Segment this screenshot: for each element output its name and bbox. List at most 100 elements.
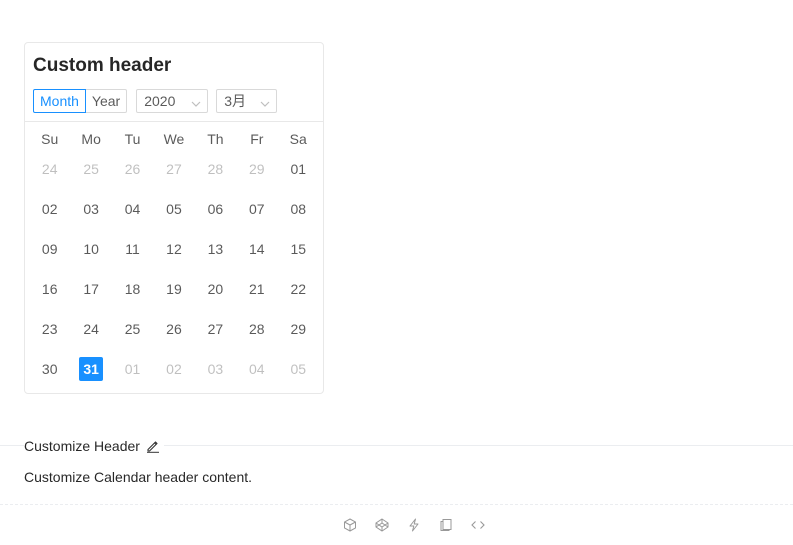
calendar-date-value: 27 bbox=[207, 321, 224, 337]
calendar-date-cell[interactable]: 10 bbox=[70, 237, 111, 261]
weekday-label: Su bbox=[41, 131, 59, 147]
weekday-label: Sa bbox=[289, 131, 307, 147]
type-radio-group: Month Year bbox=[33, 89, 128, 113]
calendar-date-value: 13 bbox=[207, 241, 224, 257]
type-month-radio[interactable]: Month bbox=[33, 89, 86, 113]
calendar-date-cell[interactable]: 12 bbox=[153, 237, 194, 261]
calendar-date-grid: Su Mo Tu We Th Fr Sa 24 25 26 27 28 29 01 02 03 04 05 06 0… bbox=[29, 127, 319, 397]
calendar-date-cell[interactable]: 01 bbox=[112, 357, 153, 381]
calendar-date-value: 03 bbox=[83, 201, 99, 217]
calendar-date-cell[interactable]: 25 bbox=[112, 317, 153, 341]
calendar-date-cell[interactable]: 26 bbox=[153, 317, 194, 341]
edit-icon[interactable] bbox=[146, 439, 160, 453]
calendar-date-cell[interactable]: 14 bbox=[236, 237, 277, 261]
calendar-date-value: 01 bbox=[124, 361, 141, 377]
demo-title-link[interactable]: Customize Header bbox=[24, 438, 140, 454]
calendar-date-cell[interactable]: 18 bbox=[112, 277, 153, 301]
calendar-date-value: 02 bbox=[166, 361, 182, 377]
calendar-header: Custom header Month Year 2020 3月 bbox=[25, 43, 323, 113]
calendar-date-value: 26 bbox=[166, 321, 182, 337]
calendar-date-cell[interactable]: 03 bbox=[195, 357, 236, 381]
code-icon[interactable] bbox=[470, 517, 486, 533]
calendar-date-cell[interactable]: 25 bbox=[70, 157, 111, 181]
type-year-radio[interactable]: Year bbox=[85, 89, 128, 113]
calendar-date-cell[interactable]: 26 bbox=[112, 157, 153, 181]
calendar-date-value: 24 bbox=[41, 161, 58, 177]
year-select[interactable]: 2020 bbox=[136, 89, 209, 113]
calendar-date-cell[interactable]: 17 bbox=[70, 277, 111, 301]
calendar-divider bbox=[25, 121, 323, 122]
calendar-date-cell[interactable]: 02 bbox=[29, 197, 70, 221]
calendar-date-value: 01 bbox=[290, 161, 307, 177]
calendar-date-value: 12 bbox=[166, 241, 182, 257]
calendar-date-value: 08 bbox=[290, 201, 307, 217]
calendar-date-cell[interactable]: 09 bbox=[29, 237, 70, 261]
calendar-date-cell[interactable]: 27 bbox=[195, 317, 236, 341]
calendar-date-cell[interactable]: 05 bbox=[153, 197, 194, 221]
calendar-date-cell[interactable]: 24 bbox=[70, 317, 111, 341]
calendar-date-cell[interactable]: 22 bbox=[278, 277, 319, 301]
calendar-date-cell[interactable]: 04 bbox=[112, 197, 153, 221]
calendar-date-value: 26 bbox=[124, 161, 141, 177]
calendar-date-cell[interactable]: 15 bbox=[278, 237, 319, 261]
calendar-date-value: 19 bbox=[166, 281, 182, 297]
calendar-date-value: 28 bbox=[249, 321, 265, 337]
calendar-date-cell[interactable]: 29 bbox=[236, 157, 277, 181]
calendar-date-cell[interactable]: 08 bbox=[278, 197, 319, 221]
calendar-date-cell[interactable]: 21 bbox=[236, 277, 277, 301]
thunderbolt-icon[interactable] bbox=[406, 517, 422, 533]
calendar-date-value: 25 bbox=[124, 321, 141, 337]
date-rows: 24 25 26 27 28 29 01 02 03 04 05 06 07 08 09 10 11 12 13 14… bbox=[29, 157, 319, 397]
calendar-date-value: 28 bbox=[207, 161, 224, 177]
calendar-date-value: 17 bbox=[83, 281, 99, 297]
calendar-date-cell[interactable]: 04 bbox=[236, 357, 277, 381]
calendar-date-value: 21 bbox=[249, 281, 265, 297]
calendar-date-cell[interactable]: 24 bbox=[29, 157, 70, 181]
weekday-label: Mo bbox=[81, 131, 101, 147]
calendar-date-cell[interactable]: 20 bbox=[195, 277, 236, 301]
calendar-date-value: 30 bbox=[41, 361, 58, 377]
calendar-date-cell[interactable]: 11 bbox=[112, 237, 153, 261]
calendar-week-row: 16 17 18 19 20 21 22 bbox=[29, 277, 319, 317]
calendar-date-cell[interactable]: 28 bbox=[195, 157, 236, 181]
calendar-week-row: 02 03 04 05 06 07 08 bbox=[29, 197, 319, 237]
calendar-date-value: 24 bbox=[83, 321, 99, 337]
calendar-date-cell[interactable]: 16 bbox=[29, 277, 70, 301]
calendar-date-cell[interactable]: 28 bbox=[236, 317, 277, 341]
calendar-week-row: 24 25 26 27 28 29 01 bbox=[29, 157, 319, 197]
calendar-date-value: 09 bbox=[41, 241, 58, 257]
codepen-icon[interactable] bbox=[374, 517, 390, 533]
calendar-date-cell[interactable]: 30 bbox=[29, 357, 70, 381]
calendar-header-controls: Month Year 2020 3月 bbox=[33, 89, 313, 113]
calendar-date-value: 20 bbox=[207, 281, 224, 297]
year-select-value: 2020 bbox=[144, 93, 176, 109]
codesandbox-icon[interactable] bbox=[342, 517, 358, 533]
calendar-card: Custom header Month Year 2020 3月 Su Mo T… bbox=[24, 42, 324, 394]
weekday-label: We bbox=[163, 131, 185, 147]
month-select[interactable]: 3月 bbox=[216, 89, 278, 113]
calendar-date-cell[interactable]: 13 bbox=[195, 237, 236, 261]
calendar-date-cell[interactable]: 06 bbox=[195, 197, 236, 221]
chevron-down-icon bbox=[191, 96, 201, 107]
calendar-date-cell[interactable]: 27 bbox=[153, 157, 194, 181]
calendar-date-cell[interactable]: 02 bbox=[153, 357, 194, 381]
calendar-date-cell[interactable]: 29 bbox=[278, 317, 319, 341]
calendar-date-cell-selected[interactable]: 31 bbox=[70, 357, 111, 381]
calendar-date-cell[interactable]: 19 bbox=[153, 277, 194, 301]
calendar-date-value: 04 bbox=[249, 361, 265, 377]
calendar-week-row: 09 10 11 12 13 14 15 bbox=[29, 237, 319, 277]
calendar-date-cell[interactable]: 01 bbox=[278, 157, 319, 181]
calendar-date-cell[interactable]: 23 bbox=[29, 317, 70, 341]
calendar-date-value: 11 bbox=[125, 241, 140, 257]
calendar-date-cell[interactable]: 05 bbox=[278, 357, 319, 381]
weekday-label: Tu bbox=[124, 131, 141, 147]
calendar-date-cell[interactable]: 03 bbox=[70, 197, 111, 221]
demo-description: Customize Calendar header content. bbox=[24, 469, 253, 485]
calendar-date-value: 04 bbox=[124, 201, 141, 217]
weekday-label: Th bbox=[207, 131, 224, 147]
month-select-value: 3月 bbox=[224, 93, 247, 109]
calendar-date-value: 25 bbox=[83, 161, 99, 177]
calendar-date-cell[interactable]: 07 bbox=[236, 197, 277, 221]
snippets-icon[interactable] bbox=[438, 517, 454, 533]
calendar-date-value: 02 bbox=[41, 201, 58, 217]
